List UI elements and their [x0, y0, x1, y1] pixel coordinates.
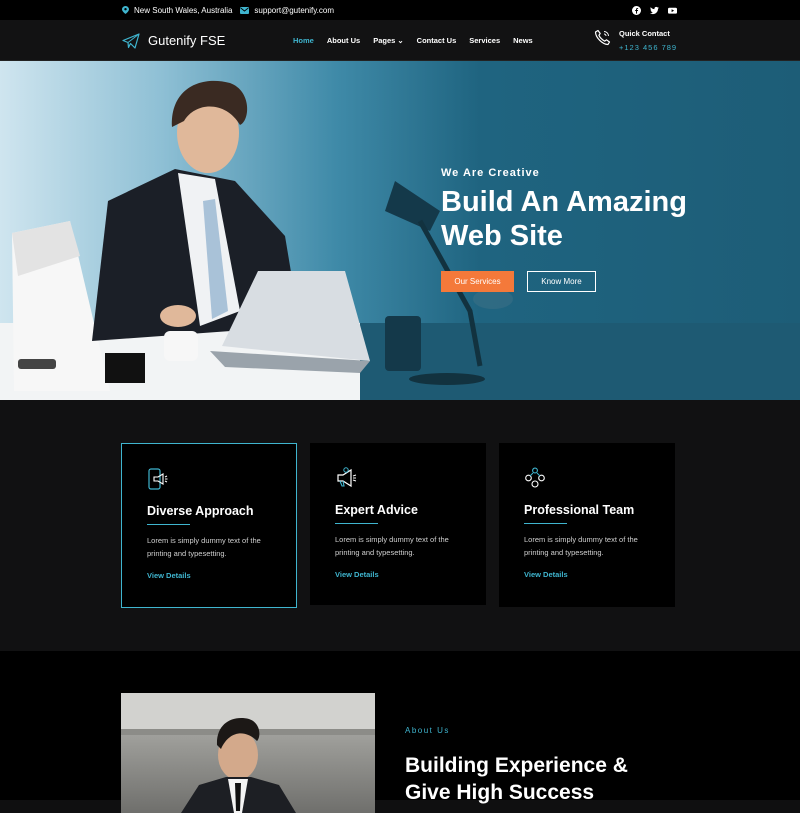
- nav-item-services[interactable]: Services: [469, 36, 500, 45]
- about-title: Building Experience & Give High Success: [405, 754, 628, 804]
- email-text[interactable]: support@gutenify.com: [254, 6, 334, 15]
- title-underline: [147, 524, 190, 525]
- feature-title: Expert Advice: [335, 503, 418, 517]
- nav-item-contact-us[interactable]: Contact Us: [417, 36, 457, 45]
- know-more-button[interactable]: Know More: [527, 271, 596, 292]
- about-section: About Us Building Experience & Give High…: [0, 651, 800, 813]
- phone-icon: [594, 29, 611, 46]
- nav-item-home[interactable]: Home: [293, 36, 314, 45]
- quick-contact-label: Quick Contact: [619, 29, 670, 38]
- hero-kicker: We Are Creative: [441, 167, 540, 179]
- feature-text: Lorem is simply dummy text of the printi…: [335, 535, 449, 557]
- megaphone-icon: [337, 467, 357, 488]
- view-details-link[interactable]: View Details: [147, 571, 271, 580]
- nav-item-news[interactable]: News: [513, 36, 533, 45]
- youtube-icon[interactable]: [668, 6, 677, 15]
- feature-card-expert-advice: Expert Advice Lorem is simply dummy text…: [310, 443, 486, 605]
- map-pin-icon: [122, 6, 129, 14]
- feature-card-diverse-approach: Diverse Approach Lorem is simply dummy t…: [121, 443, 297, 608]
- feature-card-professional-team: Professional Team Lorem is simply dummy …: [499, 443, 675, 607]
- about-kicker: About Us: [405, 726, 450, 735]
- twitter-icon[interactable]: [650, 6, 659, 15]
- feature-text: Lorem is simply dummy text of the printi…: [524, 535, 638, 557]
- logo-text: Gutenify FSE: [148, 33, 226, 48]
- nav-item-about-us[interactable]: About Us: [327, 36, 360, 45]
- hero-banner: We Are Creative Build An Amazing Web Sit…: [0, 61, 800, 400]
- nav-item-pages[interactable]: Pages ⌄: [373, 36, 403, 45]
- feature-title: Professional Team: [524, 503, 635, 517]
- title-underline: [524, 523, 567, 524]
- hero-title: Build An Amazing Web Site: [441, 186, 687, 252]
- view-details-link[interactable]: View Details: [335, 570, 461, 579]
- facebook-icon[interactable]: [632, 5, 641, 15]
- site-logo[interactable]: Gutenify FSE: [122, 20, 225, 61]
- feature-text: Lorem is simply dummy text of the printi…: [147, 536, 261, 558]
- top-bar: New South Wales, Australia support@guten…: [0, 0, 800, 20]
- view-details-link[interactable]: View Details: [524, 570, 650, 579]
- our-services-button[interactable]: Our Services: [441, 271, 514, 292]
- quick-contact[interactable]: Quick Contact +123 456 789: [594, 29, 677, 52]
- about-photo: [121, 693, 375, 813]
- hero-content: We Are Creative Build An Amazing Web Sit…: [441, 167, 741, 292]
- paper-plane-icon: [122, 32, 140, 49]
- title-underline: [335, 523, 378, 524]
- location-info: New South Wales, Australia: [122, 6, 232, 15]
- mobile-megaphone-icon: [148, 468, 168, 490]
- email-info[interactable]: support@gutenify.com: [240, 6, 334, 15]
- feature-title: Diverse Approach: [147, 504, 254, 518]
- envelope-icon: [240, 6, 250, 14]
- team-icon: [525, 467, 545, 488]
- location-text: New South Wales, Australia: [134, 5, 233, 15]
- main-nav: Home About Us Pages ⌄ Contact Us Service…: [293, 20, 533, 61]
- features-section: Diverse Approach Lorem is simply dummy t…: [0, 400, 800, 651]
- site-header: Gutenify FSE Home About Us Pages ⌄ Conta…: [0, 20, 800, 61]
- quick-contact-phone[interactable]: +123 456 789: [619, 43, 677, 52]
